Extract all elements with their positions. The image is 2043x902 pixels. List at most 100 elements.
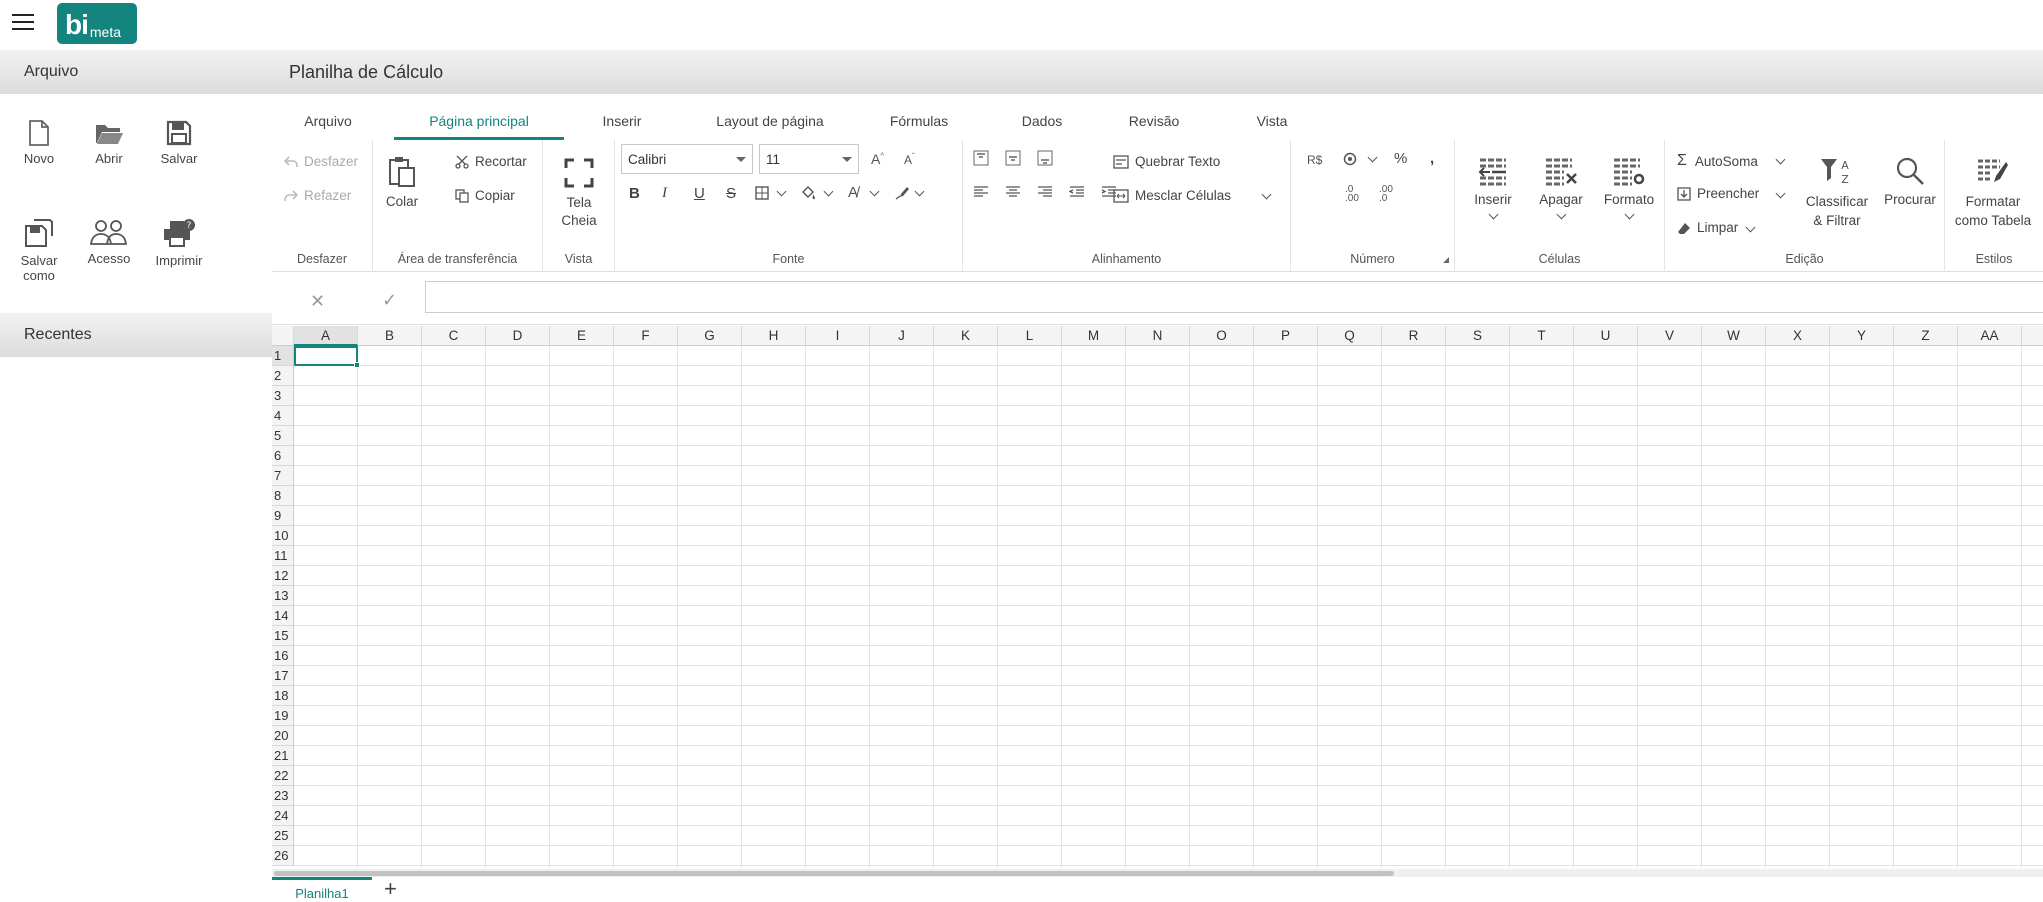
column-header-g[interactable]: G <box>678 326 742 346</box>
confirm-formula-icon[interactable]: ✓ <box>382 290 397 311</box>
tab-dados[interactable]: Dados <box>1012 94 1072 140</box>
row-header-12[interactable]: 12 <box>272 566 294 586</box>
align-top-icon[interactable] <box>973 150 989 166</box>
tab-arquivo[interactable]: Arquivo <box>298 94 358 140</box>
align-left-icon[interactable] <box>973 186 989 198</box>
font-size-select[interactable]: 11 <box>759 144 859 174</box>
column-header-w[interactable]: W <box>1702 326 1766 346</box>
sort-filter-button[interactable]: AZ Classificar & Filtrar <box>1802 156 1872 230</box>
column-header-a[interactable]: A <box>294 326 358 346</box>
row-header-22[interactable]: 22 <box>272 766 294 786</box>
row-header-18[interactable]: 18 <box>272 686 294 706</box>
font-family-select[interactable]: Calibri <box>621 144 753 174</box>
row-header-8[interactable]: 8 <box>272 486 294 506</box>
tab-layout[interactable]: Layout de página <box>705 94 835 140</box>
fill-color-chevron-icon[interactable] <box>823 186 834 197</box>
select-all-corner[interactable] <box>272 326 294 346</box>
fill-chevron-icon[interactable] <box>1775 188 1786 199</box>
percent-icon[interactable]: % <box>1394 150 1407 167</box>
merge-cells-chevron-icon[interactable] <box>1261 189 1272 200</box>
column-header-m[interactable]: M <box>1062 326 1126 346</box>
align-center-icon[interactable] <box>1005 186 1021 198</box>
row-header-5[interactable]: 5 <box>272 426 294 446</box>
row-header-17[interactable]: 17 <box>272 666 294 686</box>
cut-button[interactable]: Recortar <box>455 154 527 169</box>
decrease-font-icon[interactable]: Aˇ <box>904 152 915 167</box>
borders-dropdown-chevron-icon[interactable] <box>776 186 787 197</box>
strikethrough-icon[interactable]: S <box>726 185 736 202</box>
clear-button[interactable]: Limpar <box>1677 220 1738 235</box>
copy-button[interactable]: Copiar <box>455 188 515 203</box>
font-color-icon[interactable]: A̸ <box>848 184 858 201</box>
row-header-15[interactable]: 15 <box>272 626 294 646</box>
horizontal-scrollbar[interactable] <box>272 869 2043 877</box>
decrease-decimal-icon[interactable]: .00.0 <box>1379 185 1393 204</box>
fill-color-icon[interactable] <box>800 185 816 200</box>
column-header-d[interactable]: D <box>486 326 550 346</box>
brush-chevron-icon[interactable] <box>914 186 925 197</box>
row-header-10[interactable]: 10 <box>272 526 294 546</box>
column-header-t[interactable]: T <box>1510 326 1574 346</box>
row-header-6[interactable]: 6 <box>272 446 294 466</box>
column-header-s[interactable]: S <box>1446 326 1510 346</box>
increase-font-icon[interactable]: A^ <box>871 151 884 167</box>
row-header-1[interactable]: 1 <box>272 346 294 366</box>
font-color-chevron-icon[interactable] <box>869 186 880 197</box>
redo-button[interactable]: Refazer <box>284 188 351 203</box>
column-header-c[interactable]: C <box>422 326 486 346</box>
print-button[interactable]: ? Imprimir <box>147 218 211 268</box>
tab-formulas[interactable]: Fórmulas <box>884 94 954 140</box>
clear-chevron-icon[interactable] <box>1745 222 1756 233</box>
column-header-x[interactable]: X <box>1766 326 1830 346</box>
column-header-f[interactable]: F <box>614 326 678 346</box>
find-button[interactable]: Procurar <box>1881 156 1939 207</box>
column-header-l[interactable]: L <box>998 326 1062 346</box>
fullscreen-button[interactable]: Tela Cheia <box>551 158 607 230</box>
tab-inserir[interactable]: Inserir <box>597 94 647 140</box>
column-header-i[interactable]: I <box>806 326 870 346</box>
row-header-23[interactable]: 23 <box>272 786 294 806</box>
add-sheet-icon[interactable]: + <box>384 877 397 901</box>
cells-area[interactable] <box>294 346 2043 868</box>
align-middle-icon[interactable] <box>1005 150 1021 166</box>
row-header-26[interactable]: 26 <box>272 846 294 866</box>
row-header-7[interactable]: 7 <box>272 466 294 486</box>
row-header-14[interactable]: 14 <box>272 606 294 626</box>
italic-icon[interactable]: I <box>662 185 667 202</box>
access-button[interactable]: Acesso <box>77 218 141 266</box>
column-header-aa[interactable]: AA <box>1958 326 2022 346</box>
new-button[interactable]: Novo <box>7 120 71 166</box>
underline-icon[interactable]: U <box>694 185 705 202</box>
fill-button[interactable]: Preencher <box>1677 186 1759 201</box>
row-header-20[interactable]: 20 <box>272 726 294 746</box>
tab-revisao[interactable]: Revisão <box>1124 94 1184 140</box>
brush-icon[interactable] <box>895 186 909 200</box>
format-cells-button[interactable]: Formato <box>1601 158 1657 220</box>
row-header-25[interactable]: 25 <box>272 826 294 846</box>
spreadsheet-grid[interactable]: A B C D E F G H I J K L M N O P Q R S T U V W X Y Z AA 1 2 3 4 5 6 7 8 9 10… <box>272 326 2043 868</box>
insert-cells-button[interactable]: Inserir <box>1465 158 1521 220</box>
bold-icon[interactable]: B <box>629 185 640 202</box>
row-header-24[interactable]: 24 <box>272 806 294 826</box>
column-header-h[interactable]: H <box>742 326 806 346</box>
undo-button[interactable]: Desfazer <box>284 154 358 169</box>
column-header-u[interactable]: U <box>1574 326 1638 346</box>
column-header-k[interactable]: K <box>934 326 998 346</box>
save-as-button[interactable]: Salvar como <box>7 218 71 283</box>
column-header-r[interactable]: R <box>1382 326 1446 346</box>
row-header-21[interactable]: 21 <box>272 746 294 766</box>
row-header-13[interactable]: 13 <box>272 586 294 606</box>
row-header-16[interactable]: 16 <box>272 646 294 666</box>
align-bottom-icon[interactable] <box>1037 150 1053 166</box>
column-header-n[interactable]: N <box>1126 326 1190 346</box>
row-header-11[interactable]: 11 <box>272 546 294 566</box>
formula-input[interactable] <box>425 281 2043 313</box>
format-as-table-button[interactable]: Formatar como Tabela <box>1951 158 2035 230</box>
comma-style-icon[interactable]: , <box>1430 150 1434 167</box>
column-header-z[interactable]: Z <box>1894 326 1958 346</box>
column-header-b[interactable]: B <box>358 326 422 346</box>
row-header-2[interactable]: 2 <box>272 366 294 386</box>
sheet-tab[interactable]: Planilha1 <box>272 877 372 902</box>
borders-icon[interactable] <box>755 186 769 200</box>
hamburger-menu-icon[interactable] <box>12 14 34 32</box>
